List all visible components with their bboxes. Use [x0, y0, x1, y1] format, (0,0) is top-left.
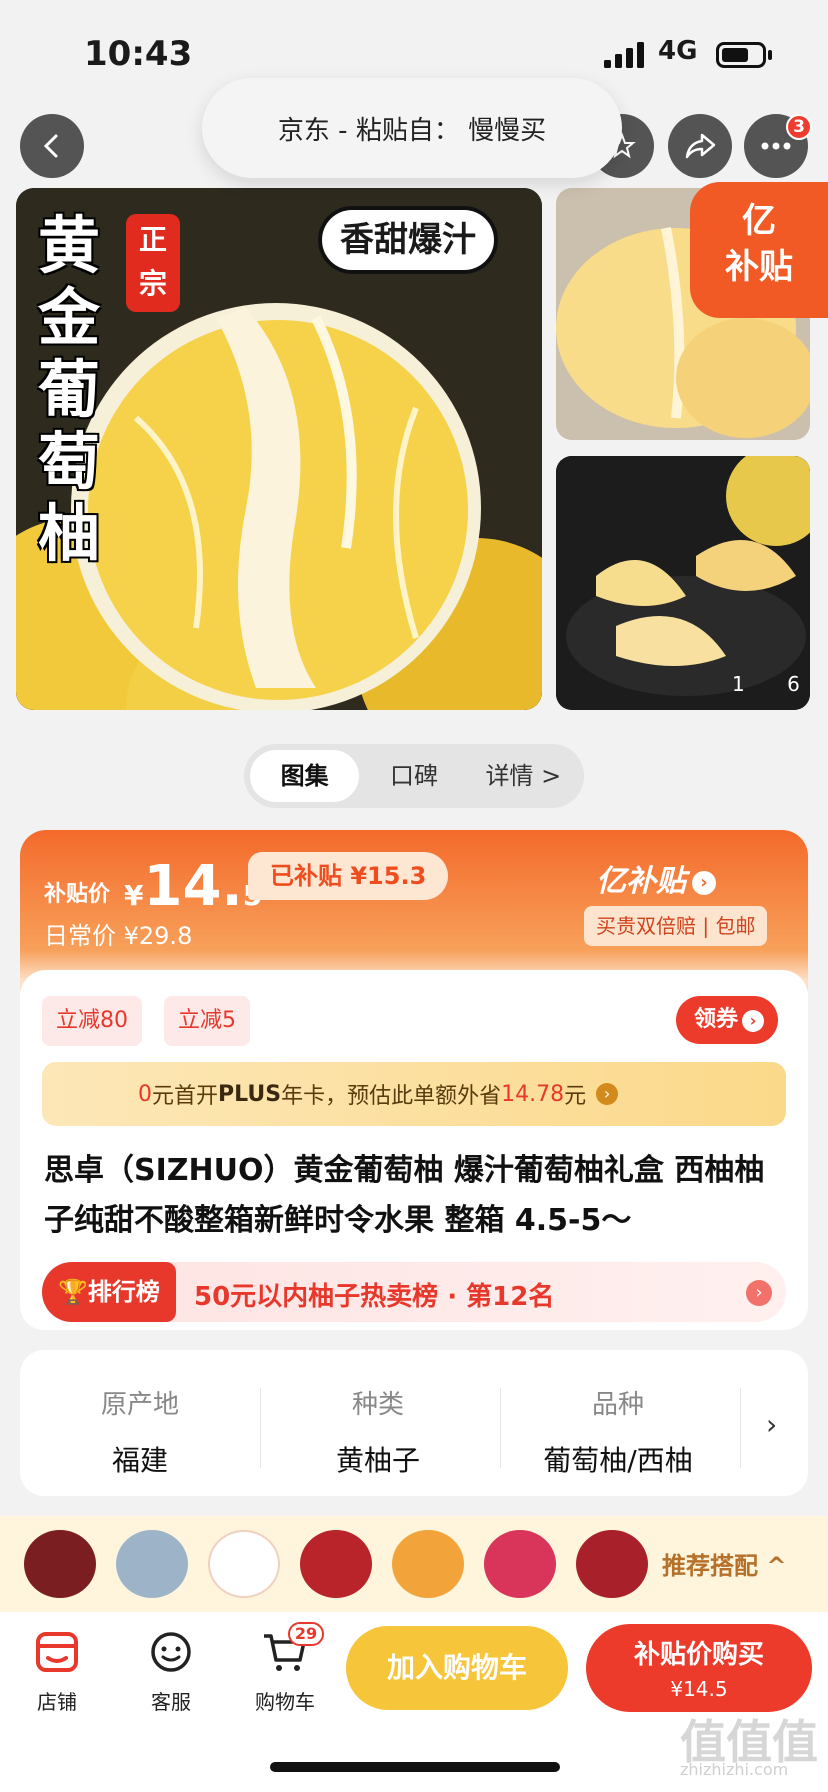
- divider: [740, 1388, 741, 1468]
- chevron-right-icon: ›: [746, 1280, 772, 1306]
- attribute-key: 品种: [591, 1390, 644, 1420]
- billion-subsidy-link[interactable]: 亿补贴 ›: [596, 856, 716, 900]
- battery-tip: [768, 50, 772, 60]
- message-badge: 3: [786, 114, 812, 140]
- share-icon: [685, 133, 716, 159]
- plus-suffix: 元: [564, 1084, 587, 1109]
- guarantee-tag: 买贵双倍赔 | 包邮: [584, 906, 768, 946]
- tab-details[interactable]: 详情 >: [469, 750, 578, 802]
- ellipsis-icon: [761, 142, 791, 150]
- buy-now-label: 补贴价购买: [633, 1640, 764, 1670]
- add-to-cart-button[interactable]: 加入购物车: [346, 1626, 568, 1710]
- recommend-item[interactable]: [484, 1530, 556, 1598]
- plus-prefix: 0: [138, 1081, 152, 1107]
- store-icon: [36, 1632, 78, 1672]
- image-counter: 1 6: [732, 672, 818, 696]
- billion-subsidy-label: 亿补贴: [596, 864, 686, 899]
- claim-coupon-label: 领券: [694, 1007, 739, 1032]
- plus-membership-banner[interactable]: 0 元首开 PLUS 年卡，预估此单额外省 14.78 元 ›: [42, 1062, 786, 1126]
- network-type: 4G: [658, 36, 698, 66]
- plus-word: PLUS: [218, 1081, 282, 1107]
- price-currency: ¥: [124, 879, 144, 912]
- chevron-left-icon: [43, 134, 58, 158]
- recommend-item[interactable]: [576, 1530, 648, 1598]
- store-button[interactable]: 店铺: [12, 1630, 102, 1715]
- share-button[interactable]: [668, 114, 732, 178]
- customer-service-button[interactable]: 客服: [126, 1630, 216, 1715]
- claim-coupon-button[interactable]: 领券 ›: [676, 996, 779, 1044]
- plus-amount: 14.78: [501, 1081, 565, 1107]
- authentic-badge: 正宗: [126, 214, 180, 312]
- attribute-key: 种类: [351, 1390, 404, 1420]
- attribute-value: 葡萄柚/西柚: [543, 1444, 693, 1477]
- subsidy-price-label: 补贴价: [44, 882, 111, 907]
- subsidy-badge-top: 亿: [742, 201, 776, 241]
- home-indicator: [270, 1762, 560, 1772]
- buy-now-button[interactable]: 补贴价购买 ¥14.5: [586, 1624, 812, 1712]
- battery-icon: [716, 42, 766, 68]
- chevron-right-icon: ›: [742, 1010, 765, 1032]
- recommend-item[interactable]: [392, 1530, 464, 1598]
- recommend-item[interactable]: [116, 1530, 188, 1598]
- back-button[interactable]: [20, 114, 84, 178]
- recommend-item[interactable]: [208, 1530, 280, 1598]
- attribute-type: 种类 黄柚子: [258, 1384, 498, 1479]
- coupon-tag[interactable]: 立减5: [164, 996, 250, 1046]
- attribute-variety: 品种 葡萄柚/西柚: [498, 1384, 738, 1479]
- ranking-tag-label: 排行榜: [87, 1278, 160, 1306]
- tab-reviews[interactable]: 口碑: [359, 750, 468, 802]
- billion-subsidy-badge: 亿 补贴: [690, 182, 828, 318]
- recommend-toggle[interactable]: 推荐搭配 ^: [662, 1546, 786, 1581]
- cart-label: 购物车: [255, 1690, 315, 1714]
- plus-text-2: 年卡，预估此单额外省: [281, 1084, 502, 1109]
- service-label: 客服: [151, 1690, 191, 1714]
- recommend-item[interactable]: [24, 1530, 96, 1598]
- cart-count-badge: 29: [288, 1622, 324, 1646]
- trophy-icon: 🏆: [58, 1278, 88, 1306]
- gallery-tabs: 图集 口碑 详情 >: [244, 744, 584, 808]
- chevron-right-icon: ›: [596, 1083, 619, 1105]
- buy-now-price: ¥14.5: [670, 1677, 728, 1701]
- attribute-value: 黄柚子: [335, 1444, 420, 1477]
- ranking-tag: 🏆排行榜: [42, 1262, 176, 1322]
- chevron-right-icon: ›: [692, 870, 716, 895]
- attribute-value: 福建: [111, 1444, 168, 1477]
- chevron-right-icon[interactable]: ›: [766, 1408, 777, 1441]
- product-title[interactable]: 思卓（SIZHUO）黄金葡萄柚 爆汁葡萄柚礼盒 西柚柚子纯甜不酸整箱新鲜时令水果…: [44, 1146, 794, 1246]
- plus-text-1: 元首开: [152, 1084, 219, 1109]
- sweet-juicy-tag: 香甜爆汁: [322, 210, 494, 270]
- watermark-url: zhizhizhi.com: [680, 1760, 789, 1779]
- subsidy-badge-bottom: 补贴: [725, 247, 793, 287]
- subsidized-amount: 已补贴 ¥15.3: [248, 852, 449, 900]
- coupon-tag[interactable]: 立减80: [42, 996, 142, 1046]
- image-title-vertical: 黄金葡萄柚: [38, 209, 101, 570]
- status-time: 10:43: [84, 34, 193, 74]
- attribute-key: 原产地: [100, 1390, 179, 1420]
- signal-icon: [604, 42, 644, 68]
- attribute-origin: 原产地 福建: [20, 1384, 260, 1479]
- subsidy-price: ¥14.5: [124, 854, 262, 919]
- normal-price: 日常价 ¥29.8: [44, 922, 193, 950]
- store-label: 店铺: [37, 1690, 77, 1714]
- paste-notice[interactable]: 京东 - 粘贴自： 慢慢买: [202, 78, 622, 178]
- tab-gallery[interactable]: 图集: [250, 750, 360, 802]
- ranking-text: 50元以内柚子热卖榜 · 第12名: [194, 1282, 555, 1312]
- recommend-item[interactable]: [300, 1530, 372, 1598]
- price-integer: 14.: [143, 854, 243, 919]
- chat-smile-icon: [151, 1632, 191, 1672]
